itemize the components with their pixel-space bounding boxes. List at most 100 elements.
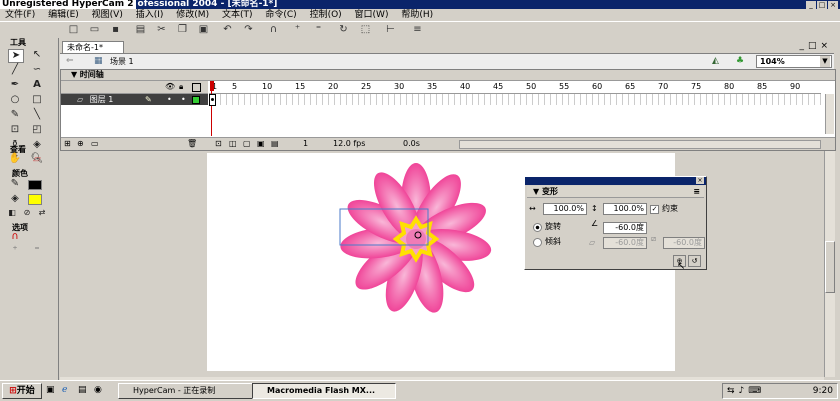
layer-row[interactable]: ▱ 图层 1 ✎ • • bbox=[61, 94, 208, 105]
menu-commands[interactable]: 命令(C) bbox=[260, 9, 301, 21]
timeline-vscroll[interactable] bbox=[825, 94, 834, 134]
zoom-select[interactable]: 104% ▼ bbox=[756, 55, 832, 68]
paste-icon[interactable]: ▣ bbox=[198, 24, 209, 35]
minimize-button[interactable]: _ bbox=[806, 1, 816, 9]
trash-icon[interactable]: 🗑︎ bbox=[187, 138, 197, 150]
toolbar-more-icon[interactable]: ≡ bbox=[412, 24, 423, 35]
fill-transform-tool-icon[interactable]: ◰ bbox=[30, 124, 44, 136]
playhead[interactable] bbox=[210, 81, 214, 91]
free-transform-tool-icon[interactable]: ⊡ bbox=[8, 124, 22, 136]
taskbar-item-hypercam[interactable]: HyperCam - 正在录制 bbox=[118, 383, 262, 399]
menu-window[interactable]: 窗口(W) bbox=[350, 9, 394, 21]
quicklaunch-media-icon[interactable]: ◉ bbox=[94, 385, 102, 395]
fill-color-swatch[interactable] bbox=[28, 194, 42, 205]
document-tab[interactable]: 未命名-1* bbox=[62, 41, 124, 53]
open-file-icon[interactable]: ▭ bbox=[89, 24, 100, 35]
center-frame-icon[interactable]: ⊡ bbox=[215, 138, 222, 150]
menu-help[interactable]: 帮助(H) bbox=[396, 9, 438, 21]
pencil-tool-icon[interactable]: ✎ bbox=[8, 109, 22, 121]
frame-ruler[interactable]: 1 5 10 15 20 25 30 35 40 45 50 55 60 65 … bbox=[209, 81, 821, 94]
tray-ime-icon[interactable]: ⌨ bbox=[744, 384, 761, 398]
timeline-hscroll[interactable] bbox=[459, 140, 821, 149]
document-window-controls[interactable]: _□× bbox=[799, 41, 832, 51]
line-tool-icon[interactable]: ╱ bbox=[8, 64, 22, 76]
swap-colors-icon[interactable]: ⇄ bbox=[35, 207, 49, 219]
maximize-button[interactable]: □ bbox=[817, 1, 827, 9]
black-white-icon[interactable]: ◧ bbox=[5, 207, 19, 219]
menu-view[interactable]: 视图(V) bbox=[87, 9, 128, 21]
add-folder-icon[interactable]: ▭ bbox=[91, 138, 99, 150]
hand-tool-icon[interactable]: ✋ bbox=[8, 153, 22, 165]
outline-icon[interactable] bbox=[192, 83, 201, 92]
snap-magnet-icon[interactable]: ∩ bbox=[8, 231, 22, 243]
lock-dot-icon[interactable]: • bbox=[181, 94, 186, 105]
onion-markers-icon[interactable]: ▤ bbox=[271, 138, 279, 150]
transform-panel-header[interactable]: ▼ 变形 ≡ bbox=[527, 186, 704, 198]
subselect-tool-icon[interactable]: ↖ bbox=[30, 49, 44, 61]
magnet-icon[interactable]: ∩ bbox=[268, 24, 279, 35]
menu-insert[interactable]: 插入(I) bbox=[131, 9, 169, 21]
skew-radio[interactable] bbox=[533, 238, 542, 247]
straighten-option-icon[interactable]: ⁼ bbox=[30, 245, 44, 257]
menu-edit[interactable]: 编辑(E) bbox=[43, 9, 84, 21]
tray-volume-icon[interactable]: ♪ bbox=[735, 384, 745, 398]
paint-bucket-tool-icon[interactable]: ◈ bbox=[30, 139, 44, 151]
fill-color-icon[interactable]: ◈ bbox=[8, 193, 22, 205]
reset-transform-icon[interactable]: ↺ bbox=[688, 255, 701, 267]
onion-skin-icon[interactable]: ◫ bbox=[229, 138, 237, 150]
collapse-arrow-icon[interactable]: ▼ bbox=[527, 187, 539, 196]
no-color-icon[interactable]: ⊘ bbox=[20, 207, 34, 219]
quicklaunch-explorer-icon[interactable]: ▤ bbox=[78, 385, 87, 395]
brush-tool-icon[interactable]: ╲ bbox=[30, 109, 44, 121]
quicklaunch-desktop-icon[interactable]: ▣ bbox=[46, 385, 55, 395]
lock-icon[interactable]: 🔒︎ bbox=[179, 82, 183, 92]
smooth-option-icon[interactable]: ⁺ bbox=[8, 245, 22, 257]
constrain-checkbox[interactable]: ✓ bbox=[650, 205, 659, 214]
stroke-color-swatch[interactable] bbox=[28, 180, 42, 190]
oval-tool-icon[interactable]: ○ bbox=[8, 94, 22, 106]
edit-scene-icon[interactable]: ♣ bbox=[736, 56, 744, 66]
cut-icon[interactable]: ✂ bbox=[156, 24, 167, 35]
edit-multiple-icon[interactable]: ▣ bbox=[257, 138, 265, 150]
rotate-radio[interactable] bbox=[533, 223, 542, 232]
menu-modify[interactable]: 修改(M) bbox=[171, 9, 214, 21]
layer-outline-color[interactable] bbox=[192, 96, 200, 104]
align-icon[interactable]: ⊢ bbox=[385, 24, 396, 35]
straighten-icon[interactable]: ⁼ bbox=[313, 24, 324, 35]
smooth-icon[interactable]: ⁺ bbox=[292, 24, 303, 35]
rotate-icon[interactable]: ↻ bbox=[338, 24, 349, 35]
vscroll-thumb[interactable] bbox=[825, 241, 835, 293]
quicklaunch-ie-icon[interactable]: ℯ bbox=[62, 385, 67, 395]
skew-horizontal-field[interactable]: -60.0度 bbox=[603, 237, 647, 249]
lasso-tool-icon[interactable]: ∽ bbox=[30, 64, 44, 76]
add-layer-icon[interactable]: ⊞ bbox=[64, 138, 71, 150]
save-icon[interactable]: ▪ bbox=[110, 24, 121, 35]
panel-options-icon[interactable]: ≡ bbox=[693, 186, 700, 197]
visible-dot-icon[interactable]: • bbox=[167, 94, 172, 105]
rotate-value-field[interactable]: -60.0度 bbox=[603, 222, 647, 234]
zoom-tool-icon[interactable]: 🔍︎ bbox=[30, 153, 44, 165]
skew-vertical-field[interactable]: -60.0度 bbox=[663, 237, 705, 249]
width-percent-field[interactable]: 100.0% bbox=[543, 203, 587, 215]
layer-frames[interactable] bbox=[209, 94, 821, 106]
panel-close-icon[interactable]: × bbox=[696, 177, 704, 184]
taskbar-item-flash[interactable]: Macromedia Flash MX... bbox=[252, 383, 396, 399]
redo-icon[interactable]: ↷ bbox=[243, 24, 254, 35]
menu-text[interactable]: 文本(T) bbox=[217, 9, 258, 21]
chevron-down-icon[interactable]: ▼ bbox=[820, 56, 830, 67]
print-icon[interactable]: ▤ bbox=[135, 24, 146, 35]
eye-icon[interactable]: 👁︎ bbox=[165, 82, 175, 91]
panel-titlebar[interactable]: × bbox=[525, 177, 706, 185]
workspace-vscroll[interactable] bbox=[824, 151, 835, 377]
new-file-icon[interactable]: □ bbox=[68, 24, 79, 35]
tray-network-icon[interactable]: ⇆ bbox=[723, 384, 735, 398]
menu-file[interactable]: 文件(F) bbox=[0, 9, 40, 21]
copy-icon[interactable]: ❐ bbox=[177, 24, 188, 35]
pen-tool-icon[interactable]: ✒ bbox=[8, 79, 22, 91]
edit-symbols-icon[interactable]: ◭ bbox=[712, 56, 719, 66]
undo-icon[interactable]: ↶ bbox=[222, 24, 233, 35]
scale-icon[interactable]: ⬚ bbox=[360, 24, 371, 35]
add-guide-icon[interactable]: ⊕ bbox=[77, 138, 84, 150]
start-button[interactable]: ⊞开始 bbox=[2, 383, 42, 399]
stroke-color-icon[interactable]: ✎ bbox=[8, 178, 22, 190]
